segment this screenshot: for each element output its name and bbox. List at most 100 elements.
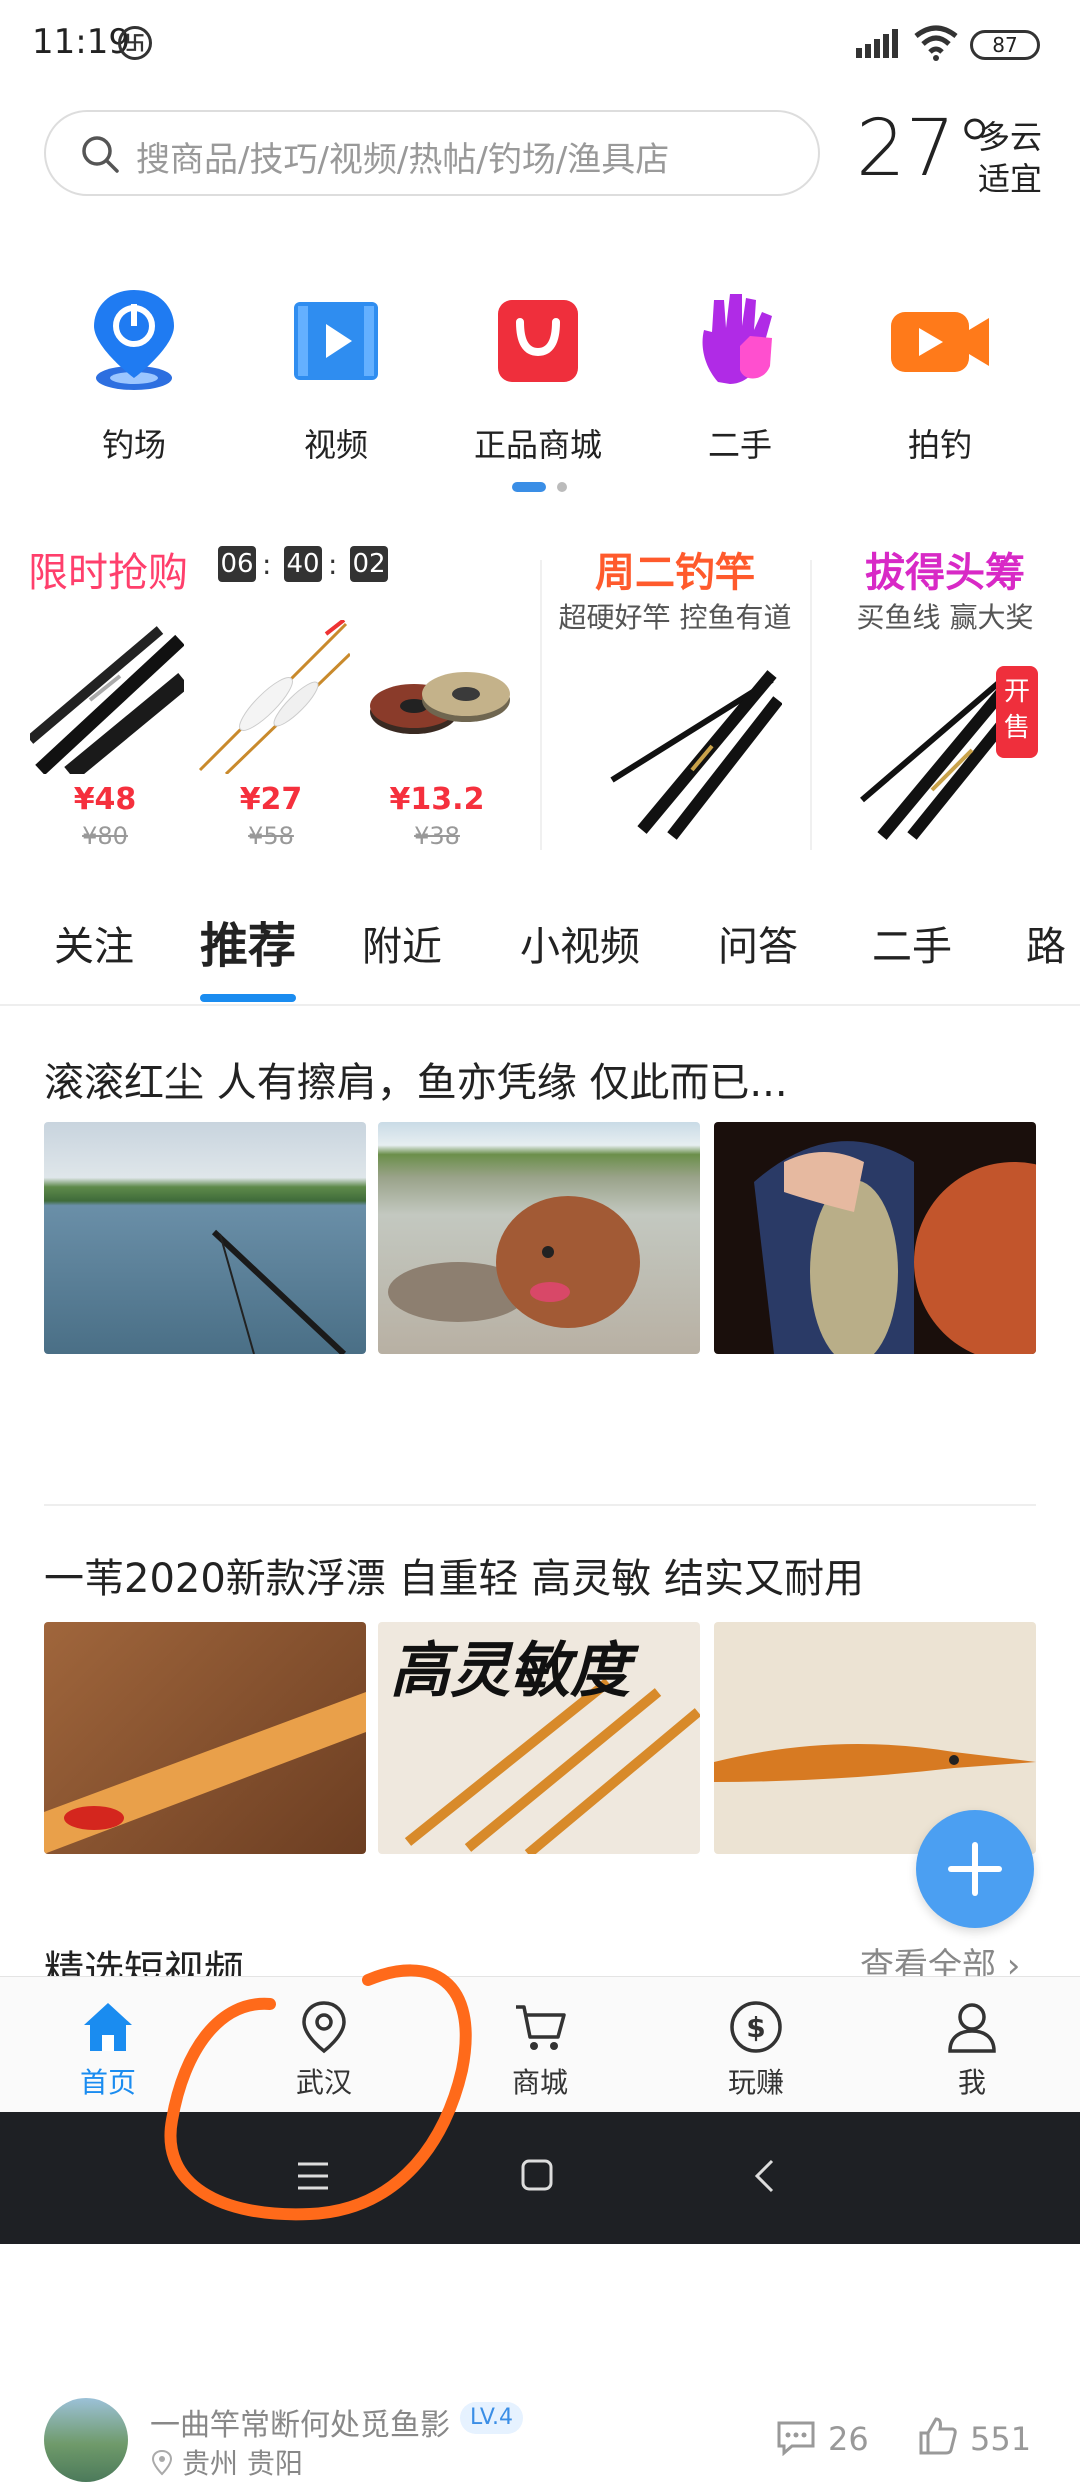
tab-secondhand[interactable]: 二手 [872,914,952,972]
promo-subtitle: 超硬好竿 控鱼有道 [558,601,792,634]
dog-image [388,1196,640,1328]
active-tab-indicator [200,994,296,1002]
category-label: 正品商城 [473,426,602,464]
product-price: ¥27 [239,782,303,817]
promo-title: 拔得头筹 [865,550,1025,596]
category-fishing-spot[interactable]: 钓场 [44,286,224,464]
nav-earn[interactable]: $ 玩赚 [648,1977,864,2113]
promo-title: 周二钓竿 [595,550,755,596]
annotation-circle [164,1964,472,2221]
nav-label: 玩赚 [727,2066,784,2099]
author-location: 贵州 贵阳 [182,2447,303,2480]
fishing-advice: 适宜 [978,160,1043,198]
wifi-icon [914,25,958,61]
post-image-lake[interactable] [44,1122,366,1354]
like-count: 551 [970,2420,1032,2458]
tab-qa[interactable]: 问答 [718,914,798,972]
fishing-rod-image [211,1229,347,1354]
location-pin-icon [152,2450,172,2476]
hand-icon [702,294,772,384]
category-fishing-shot[interactable]: 拍钓 [850,286,1030,464]
feed-post[interactable]: 滚滚红尘 人有擦肩，鱼亦凭缘 仅此而已... 一曲竿常断何处觅鱼影 LV.4 贵… [0,1010,1080,2482]
video-icon [294,302,378,380]
product-image-float[interactable] [196,618,352,776]
search-icon [82,136,119,173]
comment-icon[interactable] [776,2420,816,2456]
product-image-line[interactable] [362,620,516,774]
battery-icon: 87 [970,30,1040,60]
countdown-minutes: 40 [284,546,322,582]
countdown-hours: 06 [218,546,256,582]
post-image-fish[interactable] [714,1122,1036,1354]
fishing-float-image [44,1692,366,1854]
image-caption: 高灵敏度 [390,1636,630,1706]
post-image-floats[interactable]: 高灵敏度 [378,1622,700,1854]
status-bar: 11:19 卐 87 [0,0,1080,90]
avatar[interactable] [44,2398,128,2482]
category-secondhand[interactable]: 二手 [650,286,830,464]
svg-text:$: $ [746,2011,765,2044]
back-icon[interactable] [752,2158,776,2194]
post-image-float-closeup[interactable] [44,1622,366,1854]
tab-short-video[interactable]: 小视频 [520,914,640,972]
tab-recommend[interactable]: 推荐 [200,906,296,976]
feed-post[interactable]: 一苇2020新款浮漂 自重轻 高灵敏 结实又耐用 高灵敏度 [0,1510,1080,1890]
home-square-icon[interactable] [520,2158,554,2192]
camera-icon [891,312,989,372]
weather-temp: 27° [856,104,995,194]
divider [44,1504,1036,1506]
status-time: 11:19 [32,22,130,62]
tab-follow[interactable]: 关注 [54,914,134,972]
coin-icon: $ [730,2001,782,2053]
flash-sale-title: 限时抢购 [28,550,188,596]
level-badge: LV.4 [460,2402,524,2434]
author-name[interactable]: 一曲竿常断何处觅鱼影 [150,2400,450,2444]
category-mall[interactable]: 正品商城 [448,286,628,464]
countdown-seconds: 02 [350,546,388,582]
countdown-colon: : [328,548,338,581]
promo-tuesday-rod[interactable]: 周二钓竿 超硬好竿 控鱼有道 [542,540,808,850]
category-label: 视频 [303,426,368,464]
network-icon: 卐 [118,26,152,60]
product-old-price: ¥38 [414,822,460,850]
post-image-dog[interactable] [378,1122,700,1354]
comment-count: 26 [828,2420,869,2458]
nav-me[interactable]: 我 [864,1977,1080,2113]
fishing-rod-image [610,670,782,840]
tab-nearby[interactable]: 附近 [362,914,442,972]
fish-image [754,1141,1036,1354]
fishing-rod-image [26,626,190,781]
category-label: 钓场 [101,426,166,464]
promo-subtitle: 买鱼线 赢大奖 [856,601,1034,634]
fishing-line-image [370,672,510,734]
fishing-float-image [198,618,352,776]
search-placeholder: 搜商品/技巧/视频/热帖/钓场/渔具店 [136,140,670,180]
post-title: 滚滚红尘 人有擦肩，鱼亦凭缘 仅此而已... [44,1060,788,1106]
like-icon[interactable] [918,2416,958,2456]
post-title: 一苇2020新款浮漂 自重轻 高灵敏 结实又耐用 [44,1556,864,1602]
product-image-rod[interactable] [26,620,190,781]
sale-badge: 开售 [996,666,1038,758]
nav-label: 我 [957,2066,986,2099]
category-label: 拍钓 [907,426,972,464]
product-price: ¥48 [73,782,137,817]
signal-icon [856,29,898,58]
category-video[interactable]: 视频 [246,286,426,464]
divider [0,1004,1080,1006]
weather-condition: 多云 [978,118,1043,156]
location-pin-icon [94,290,174,390]
shopping-bag-icon [498,300,578,382]
category-label: 二手 [707,426,772,464]
search-input[interactable]: 搜商品/技巧/视频/热帖/钓场/渔具店 [44,110,820,196]
product-price: ¥13.2 [389,782,485,817]
product-old-price: ¥58 [248,822,294,850]
home-icon [84,2003,132,2051]
tab-lure[interactable]: 路 [1026,914,1066,972]
add-post-button[interactable] [916,1810,1034,1928]
cart-icon [516,2005,566,2050]
user-icon [948,2003,996,2053]
promo-first-prize[interactable]: 拔得头筹 买鱼线 赢大奖 开售 [812,540,1080,850]
countdown-colon: : [262,548,272,581]
carousel-indicator [512,482,568,501]
product-old-price: ¥80 [82,822,128,850]
